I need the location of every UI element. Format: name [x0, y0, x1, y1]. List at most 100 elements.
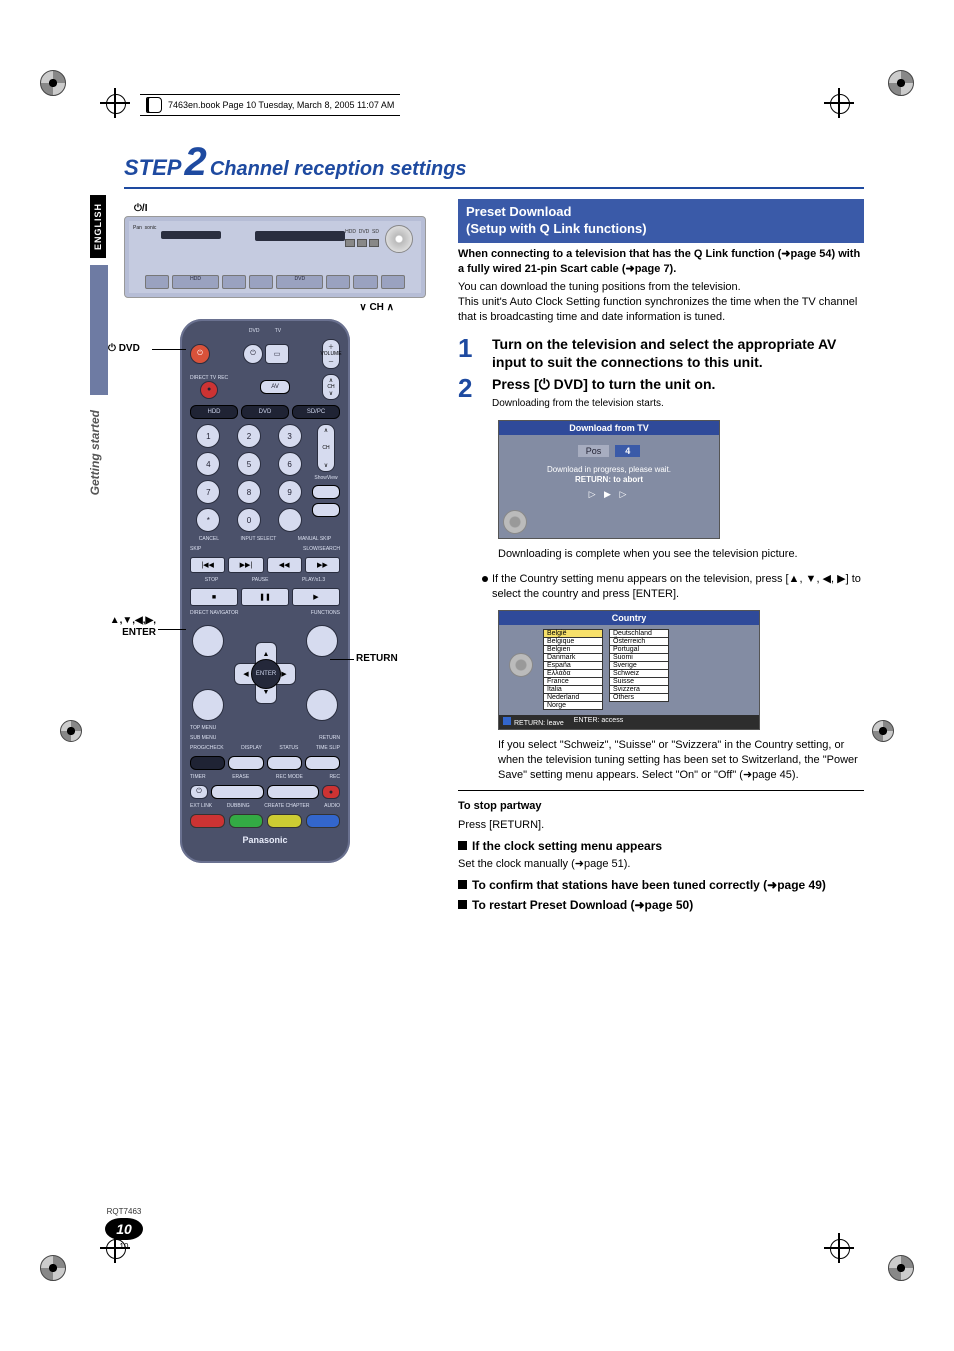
osd-pos-label: Pos	[578, 445, 610, 457]
skip-next-button[interactable]: ▶▶|	[228, 557, 263, 573]
erase-button[interactable]	[211, 785, 264, 799]
square-bullet-icon	[458, 880, 467, 889]
stop-button[interactable]: ■	[190, 588, 238, 606]
register-mark-icon	[888, 70, 914, 96]
num-2-button[interactable]: 2	[237, 424, 261, 448]
osd-country: Country België Belgique Belgien Danmark …	[498, 610, 760, 730]
yellow-button[interactable]	[267, 814, 302, 828]
num-8-button[interactable]: 8	[237, 480, 261, 504]
time-slip-button[interactable]	[305, 756, 340, 770]
drive-hdd-button[interactable]: HDD	[190, 405, 238, 419]
enter-icon	[503, 510, 527, 534]
skip-label: SKIP	[190, 547, 201, 552]
step-rest: Channel reception settings	[210, 158, 467, 180]
country-column-2: Deutschland Österreich Portugal Suomi Sv…	[609, 629, 669, 709]
restart-heading: To restart Preset Download (➜page 50)	[458, 898, 864, 912]
skip-prev-button[interactable]: |◀◀	[190, 557, 225, 573]
manual-skip-button[interactable]	[312, 503, 340, 517]
drive-dvd-button[interactable]: DVD	[241, 405, 289, 419]
display-button[interactable]	[228, 756, 263, 770]
osd-country-title: Country	[499, 611, 759, 625]
country-item[interactable]: Norge	[543, 701, 603, 710]
create-chapter-label: CREATE CHAPTER	[264, 804, 309, 809]
osd-footer-enter: ENTER: access	[574, 717, 623, 727]
green-button[interactable]	[229, 814, 264, 828]
rec-mode-button[interactable]	[267, 785, 320, 799]
page-number-main: 10	[105, 1218, 143, 1240]
left-column: ⏻/I Pan sonic HDD DVD SD HDD DVD	[90, 199, 430, 914]
section-heading: Preset Download (Setup with Q Link funct…	[458, 199, 864, 243]
step-list: 1 Turn on the television and select the …	[458, 335, 864, 410]
callout-enter: ▲,▼,◀,▶, ENTER	[100, 615, 156, 639]
country-column-1: België Belgique Belgien Danmark España E…	[543, 629, 603, 709]
page-number-sub: 10	[100, 1242, 148, 1251]
device-front-panel: Pan sonic HDD DVD SD HDD DVD	[124, 216, 426, 298]
direct-tv-rec-label: DIRECT TV REC	[190, 376, 228, 381]
page-title: STEP 2 Channel reception settings	[124, 140, 864, 189]
to-stop-heading: To stop partway	[458, 799, 864, 814]
rec-mode-label: REC MODE	[276, 775, 303, 780]
register-mark-icon	[872, 720, 894, 742]
direct-tv-rec-button[interactable]: ●	[200, 381, 218, 399]
blue-button[interactable]	[306, 814, 341, 828]
drive-sdpc-button[interactable]: SD/PC	[292, 405, 340, 419]
return-button[interactable]	[306, 689, 338, 721]
num-star-button[interactable]: *	[196, 508, 220, 532]
showview-button[interactable]	[312, 485, 340, 499]
blank-button[interactable]	[278, 508, 302, 532]
osd-download: Download from TV Pos 4 Download in progr…	[498, 420, 720, 540]
device-power-label: ⏻/I	[134, 203, 430, 214]
book-header: 7463en.book Page 10 Tuesday, March 8, 20…	[140, 94, 400, 116]
volume-rocker[interactable]: ＋VOLUME－	[322, 339, 340, 369]
ch-rocker[interactable]: ∧CH∨	[322, 374, 340, 400]
num-6-button[interactable]: 6	[278, 452, 302, 476]
num-3-button[interactable]: 3	[278, 424, 302, 448]
step-number: 2	[185, 140, 207, 184]
step-word: STEP	[124, 155, 181, 180]
timer-button[interactable]: ⏻	[190, 785, 208, 799]
crop-mark-icon	[100, 88, 130, 118]
dpad: ▲ ▼ ◀ ▶ ENTER	[234, 642, 296, 704]
num-5-button[interactable]: 5	[237, 452, 261, 476]
content-area: ENGLISH Getting started STEP 2 Channel r…	[90, 140, 864, 1231]
rqt-code: RQT7463	[100, 1207, 148, 1216]
play-label: PLAY/x1.3	[302, 578, 325, 583]
av-button[interactable]: AV	[260, 380, 290, 394]
functions-button[interactable]	[306, 625, 338, 657]
step-2: 2 Press [⏻ DVD] to turn the unit on. Dow…	[458, 375, 864, 409]
red-button[interactable]	[190, 814, 225, 828]
to-stop-body: Press [RETURN].	[458, 818, 864, 833]
time-slip-label: TIME SLIP	[316, 746, 340, 751]
osd-footer-return: RETURN: leave	[514, 720, 564, 727]
forward-button[interactable]: ▶▶	[305, 557, 340, 573]
pause-label: PAUSE	[252, 578, 269, 583]
direct-navigator-button[interactable]	[192, 625, 224, 657]
power-dvd-button[interactable]: ⏻	[190, 344, 210, 364]
status-button[interactable]	[267, 756, 302, 770]
osd-progress: ▷ ▶ ▷	[507, 489, 711, 500]
display-label: DISPLAY	[241, 746, 262, 751]
power-tv-button[interactable]: ⏻	[243, 344, 263, 364]
erase-label: ERASE	[232, 775, 249, 780]
ch-rocker-2[interactable]: ∧CH∨	[317, 424, 335, 472]
book-header-text: 7463en.book Page 10 Tuesday, March 8, 20…	[168, 100, 394, 110]
ext-link-label: EXT LINK	[190, 804, 212, 809]
return-label: RETURN	[319, 736, 340, 741]
rec-button[interactable]: ●	[322, 785, 340, 799]
prog-check-button[interactable]	[190, 756, 225, 770]
slow-search-label: SLOW/SEARCH	[303, 547, 340, 552]
num-0-button[interactable]: 0	[237, 508, 261, 532]
play-button[interactable]: ▶	[292, 588, 340, 606]
country-item[interactable]: Others	[609, 693, 669, 702]
pause-button[interactable]: ❚❚	[241, 588, 289, 606]
num-1-button[interactable]: 1	[196, 424, 220, 448]
sub-menu-button[interactable]	[192, 689, 224, 721]
enter-button[interactable]: ENTER	[251, 659, 281, 689]
rewind-button[interactable]: ◀◀	[267, 557, 302, 573]
remote-diagram: ⏻ DVD ▲,▼,◀,▶, ENTER RETURN DVD	[160, 319, 350, 863]
num-4-button[interactable]: 4	[196, 452, 220, 476]
audio-label: AUDIO	[324, 804, 340, 809]
num-9-button[interactable]: 9	[278, 480, 302, 504]
tv-mode-button[interactable]: ▭	[265, 344, 289, 364]
num-7-button[interactable]: 7	[196, 480, 220, 504]
